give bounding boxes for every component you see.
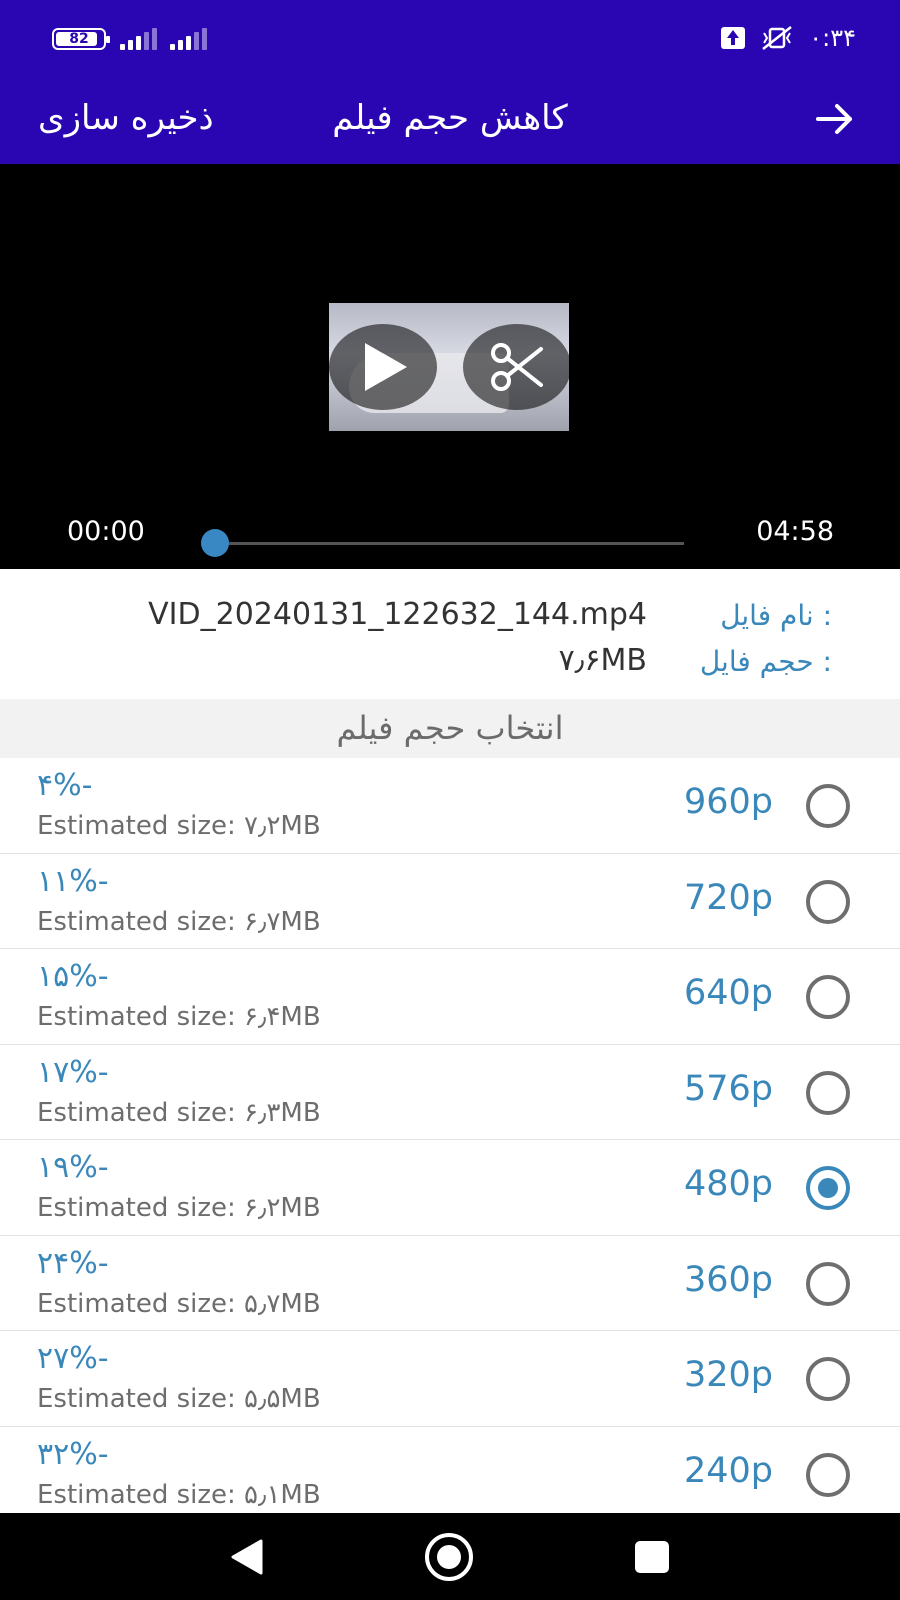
estimated-size: Estimated size: ۷٫۲MB — [37, 811, 321, 841]
nav-home-icon[interactable] — [425, 1533, 473, 1581]
resolution-label: 576p — [683, 1068, 773, 1109]
upload-icon — [721, 27, 746, 49]
cut-button[interactable] — [463, 324, 571, 410]
resolution-label: 720p — [683, 877, 773, 918]
resolution-option[interactable]: ۴%- Estimated size: ۷٫۲MB 960p — [0, 758, 900, 854]
reduction-percent: ۴%- — [37, 768, 93, 803]
seek-thumb[interactable] — [201, 529, 229, 557]
nav-recents-icon[interactable] — [635, 1541, 669, 1573]
estimated-size: Estimated size: ۵٫۱MB — [37, 1479, 321, 1510]
estimated-size: Estimated size: ۶٫۲MB — [37, 1193, 321, 1223]
file-size-label: : حجم فایل — [699, 645, 832, 678]
section-title: انتخاب حجم فیلم — [0, 699, 900, 758]
seek-bar[interactable] — [215, 542, 684, 545]
radio-button[interactable] — [806, 975, 850, 1019]
reduction-percent: ۱۵%- — [37, 959, 109, 994]
resolution-option[interactable]: ۱۷%- Estimated size: ۶٫۳MB 576p — [0, 1044, 900, 1140]
resolution-label: 240p — [683, 1450, 773, 1491]
status-right-group: ۰:۳۴ — [721, 22, 856, 54]
total-time: 04:58 — [756, 516, 834, 547]
estimated-size: Estimated size: ۶٫۳MB — [37, 1097, 321, 1128]
resolution-label: 960p — [683, 782, 773, 822]
signal-strength-icon — [170, 28, 207, 50]
file-info: : نام فایل VID_20240131_122632_144.mp4 :… — [0, 569, 900, 699]
radio-button[interactable] — [806, 1261, 850, 1306]
back-arrow-icon[interactable] — [810, 94, 860, 144]
resolution-label: 640p — [683, 973, 773, 1013]
status-bar: 82 ۰:۳۴ — [0, 0, 900, 76]
vibrate-off-icon — [762, 26, 793, 50]
reduction-percent: ۱۹%- — [37, 1150, 109, 1185]
estimated-size: Estimated size: ۶٫۷MB — [37, 906, 321, 937]
nav-back-icon[interactable] — [229, 1537, 265, 1577]
resolution-option[interactable]: ۲۴%- Estimated size: ۵٫۷MB 360p — [0, 1235, 900, 1331]
file-name-value: VID_20240131_122632_144.mp4 — [148, 597, 647, 632]
resolution-list: ۴%- Estimated size: ۷٫۲MB 960p ۱۱%- Esti… — [0, 758, 900, 1522]
resolution-label: 480p — [683, 1164, 773, 1204]
resolution-option[interactable]: ۱۹%- Estimated size: ۶٫۲MB 480p — [0, 1140, 900, 1236]
radio-button[interactable] — [806, 1357, 850, 1401]
file-size-value: ۷٫۶MB — [558, 643, 647, 678]
radio-button[interactable] — [806, 1166, 850, 1210]
system-nav-bar — [0, 1513, 900, 1600]
estimated-size: Estimated size: ۶٫۴MB — [37, 1002, 321, 1032]
resolution-option[interactable]: ۱۵%- Estimated size: ۶٫۴MB 640p — [0, 949, 900, 1045]
reduction-percent: ۱۷%- — [37, 1054, 109, 1090]
resolution-option[interactable]: ۱۱%- Estimated size: ۶٫۷MB 720p — [0, 853, 900, 949]
reduction-percent: ۳۲%- — [37, 1436, 109, 1472]
reduction-percent: ۲۴%- — [37, 1245, 109, 1281]
app-bar: ذخیره سازی کاهش حجم فیلم — [0, 76, 900, 164]
reduction-percent: ۲۷%- — [37, 1341, 109, 1376]
resolution-label: 320p — [683, 1355, 773, 1395]
reduction-percent: ۱۱%- — [37, 863, 109, 899]
resolution-option[interactable]: ۲۷%- Estimated size: ۵٫۵MB 320p — [0, 1331, 900, 1427]
file-name-label: : نام فایل — [720, 599, 832, 632]
play-button[interactable] — [329, 324, 437, 410]
video-player: 00:00 04:58 — [0, 164, 900, 569]
estimated-size: Estimated size: ۵٫۵MB — [37, 1384, 321, 1414]
signal-strength-icon — [120, 28, 157, 50]
page-title: کاهش حجم فیلم — [332, 98, 568, 138]
scissors-icon — [491, 343, 543, 391]
battery-icon: 82 — [52, 28, 110, 50]
clock: ۰:۳۴ — [809, 24, 856, 52]
battery-percent: 82 — [69, 31, 89, 47]
resolution-label: 360p — [683, 1259, 773, 1300]
radio-button[interactable] — [806, 1452, 850, 1497]
current-time: 00:00 — [67, 516, 145, 547]
radio-button[interactable] — [806, 784, 850, 828]
radio-button[interactable] — [806, 879, 850, 924]
estimated-size: Estimated size: ۵٫۷MB — [37, 1288, 321, 1319]
resolution-option[interactable]: ۳۲%- Estimated size: ۵٫۱MB 240p — [0, 1426, 900, 1522]
radio-button[interactable] — [806, 1070, 850, 1115]
